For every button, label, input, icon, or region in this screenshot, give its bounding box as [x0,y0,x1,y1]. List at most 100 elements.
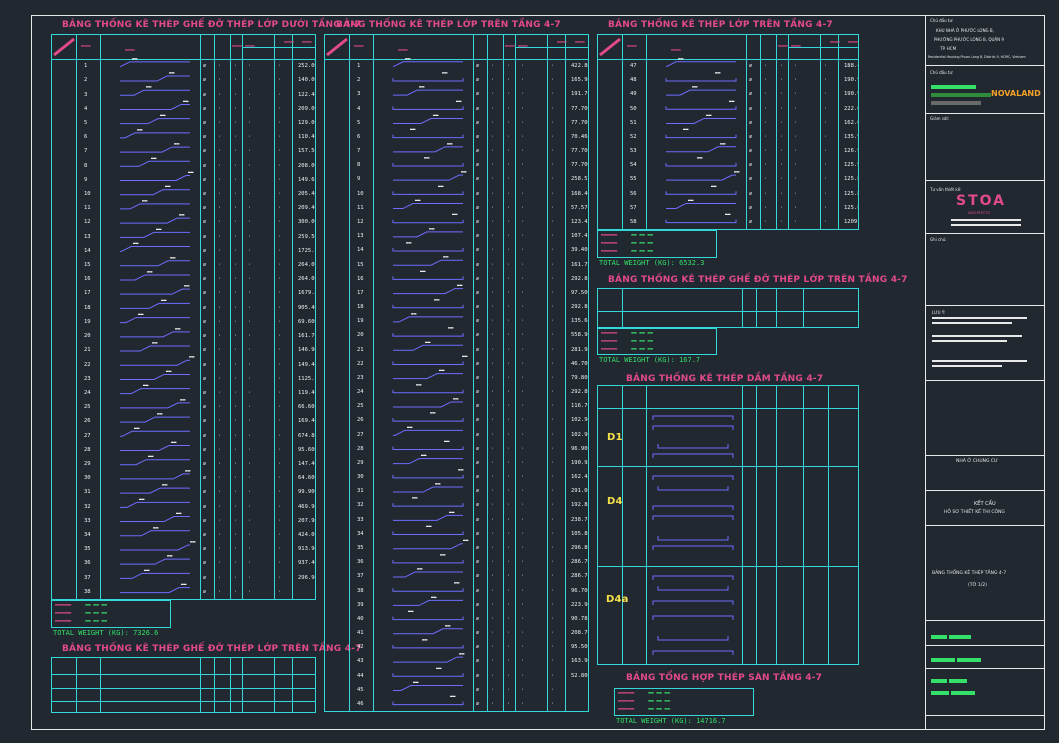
row-id: 16 [84,276,91,283]
row-value: · [780,148,784,155]
row-id: 19 [357,318,364,325]
summary-support-right: ▬▬▬▬▬▬ ▬▬ ▬▬ ▬▬ ▬▬▬▬▬▬ ▬▬ ▬▬ ▬▬ ▬▬▬▬▬▬ ▬▬ ▬▬ … [597,328,717,355]
row-value: · [278,375,282,382]
bar-shape: ▬▬ [393,284,463,295]
row-weight: 77.700 [571,162,589,169]
row-value: ⌀ [476,105,480,112]
row-value: · [521,275,525,282]
bar-shape: ▬▬ [393,680,463,691]
row-value: · [491,63,495,70]
bar-shape: ▬▬ [393,113,463,124]
row-value: · [780,63,784,70]
row-id: 23 [84,375,91,382]
row-value: · [234,574,238,581]
shape-dimension: ▬▬ [445,624,451,629]
row-value: · [491,516,495,523]
row-weight: 286.700 [571,573,588,580]
row-value: · [278,91,282,98]
bar-shape: ▬▬ [120,199,190,210]
row-value: · [248,446,252,453]
row-weight: 129.000 [298,119,315,126]
row-value: · [491,502,495,509]
bar-shape: ▬▬ [392,666,464,677]
shape-dimension: ▬▬ [179,213,185,218]
tb-discipline: KẾT CẤU [974,501,996,507]
row-value: · [780,77,784,84]
row-value: · [234,333,238,340]
row-id: 36 [84,560,91,567]
row-value: · [248,461,252,467]
row-value: ⌀ [203,63,207,70]
row-value: · [551,162,555,169]
row-value: · [824,176,828,183]
row-value: · [551,374,555,381]
row-weight: 1209.900 [844,218,858,225]
bar-shape: ▬▬ [392,411,464,422]
bar-shape: ▬▬ [393,340,463,351]
table-title-ghe-duoi: BẢNG THỐNG KÊ THÉP GHẾ ĐỠ THÉP LỚP DƯỚI … [62,20,362,30]
bar-shape: ▬▬ [392,638,464,649]
row-value: · [551,133,555,140]
row-value: ⌀ [203,162,207,169]
row-value: · [521,91,525,98]
bar-shape: ▬▬ [393,312,463,323]
row-id: 28 [357,445,364,452]
row-id: 13 [84,233,91,240]
row-id: 11 [84,205,91,212]
row-value: ⌀ [749,91,753,98]
row-value: · [278,191,282,197]
row-value: · [218,162,222,169]
row-id: 55 [630,176,637,183]
row-value: ⌀ [203,489,207,496]
row-value: · [507,686,511,693]
row-value: · [521,133,525,140]
row-value: · [234,318,238,325]
row-value: ⌀ [476,91,480,98]
bar-shape: ▬▬ [392,269,464,280]
row-value: · [218,432,222,439]
bar-shape: ▬▬ [120,441,190,451]
row-value: · [218,361,222,368]
row-weight: 558.900 [571,332,588,339]
row-value: · [507,289,511,296]
row-weight: 123.450 [571,219,588,225]
shape-dimension: ▬▬ [148,455,154,460]
summary-row: ▬▬▬▬▬▬ ▬▬ ▬▬ ▬▬ [601,249,653,254]
row-value: · [218,91,222,98]
shape-dimension: ▬▬ [189,355,195,360]
row-value: · [278,546,282,553]
bar-shape: ▬▬ [120,313,190,324]
row-value: · [491,615,495,622]
row-value: · [521,672,525,679]
row-value: ⌀ [203,333,207,340]
row-id: 54 [630,162,637,169]
row-value: ⌀ [476,389,480,396]
bar-shape: ▬▬ [393,397,463,408]
row-weight: 292.800 [571,275,588,282]
bar-shape: ▬▬ [120,540,196,551]
row-value: · [278,290,282,297]
row-value: ⌀ [203,546,207,553]
row-weight: 300.000 [298,219,315,226]
row-weight: 146.900 [298,347,315,354]
shape-dimension: ▬▬ [169,71,175,76]
row-value: · [521,289,525,296]
row-value: · [794,218,798,225]
row-value: · [248,489,252,496]
row-value: ⌀ [476,700,480,707]
bar-shape: ▬▬ [120,327,190,338]
row-weight: 169.400 [298,418,315,425]
row-weight: 96.900 [571,445,589,452]
tb-drawing-sub: (TỜ 1/2) [968,583,988,588]
row-value: ⌀ [476,219,480,225]
row-value: · [234,91,238,98]
bar-shape: ▬▬ [120,568,190,579]
row-value: ⌀ [476,474,480,481]
row-value: ⌀ [749,63,753,70]
shape-dimension: ▬▬ [183,99,189,104]
row-value: · [248,318,252,325]
row-value: · [551,601,555,608]
shape-dimension: ▬▬ [413,680,419,685]
row-value: · [491,573,495,580]
row-weight: 79.800 [571,374,589,381]
